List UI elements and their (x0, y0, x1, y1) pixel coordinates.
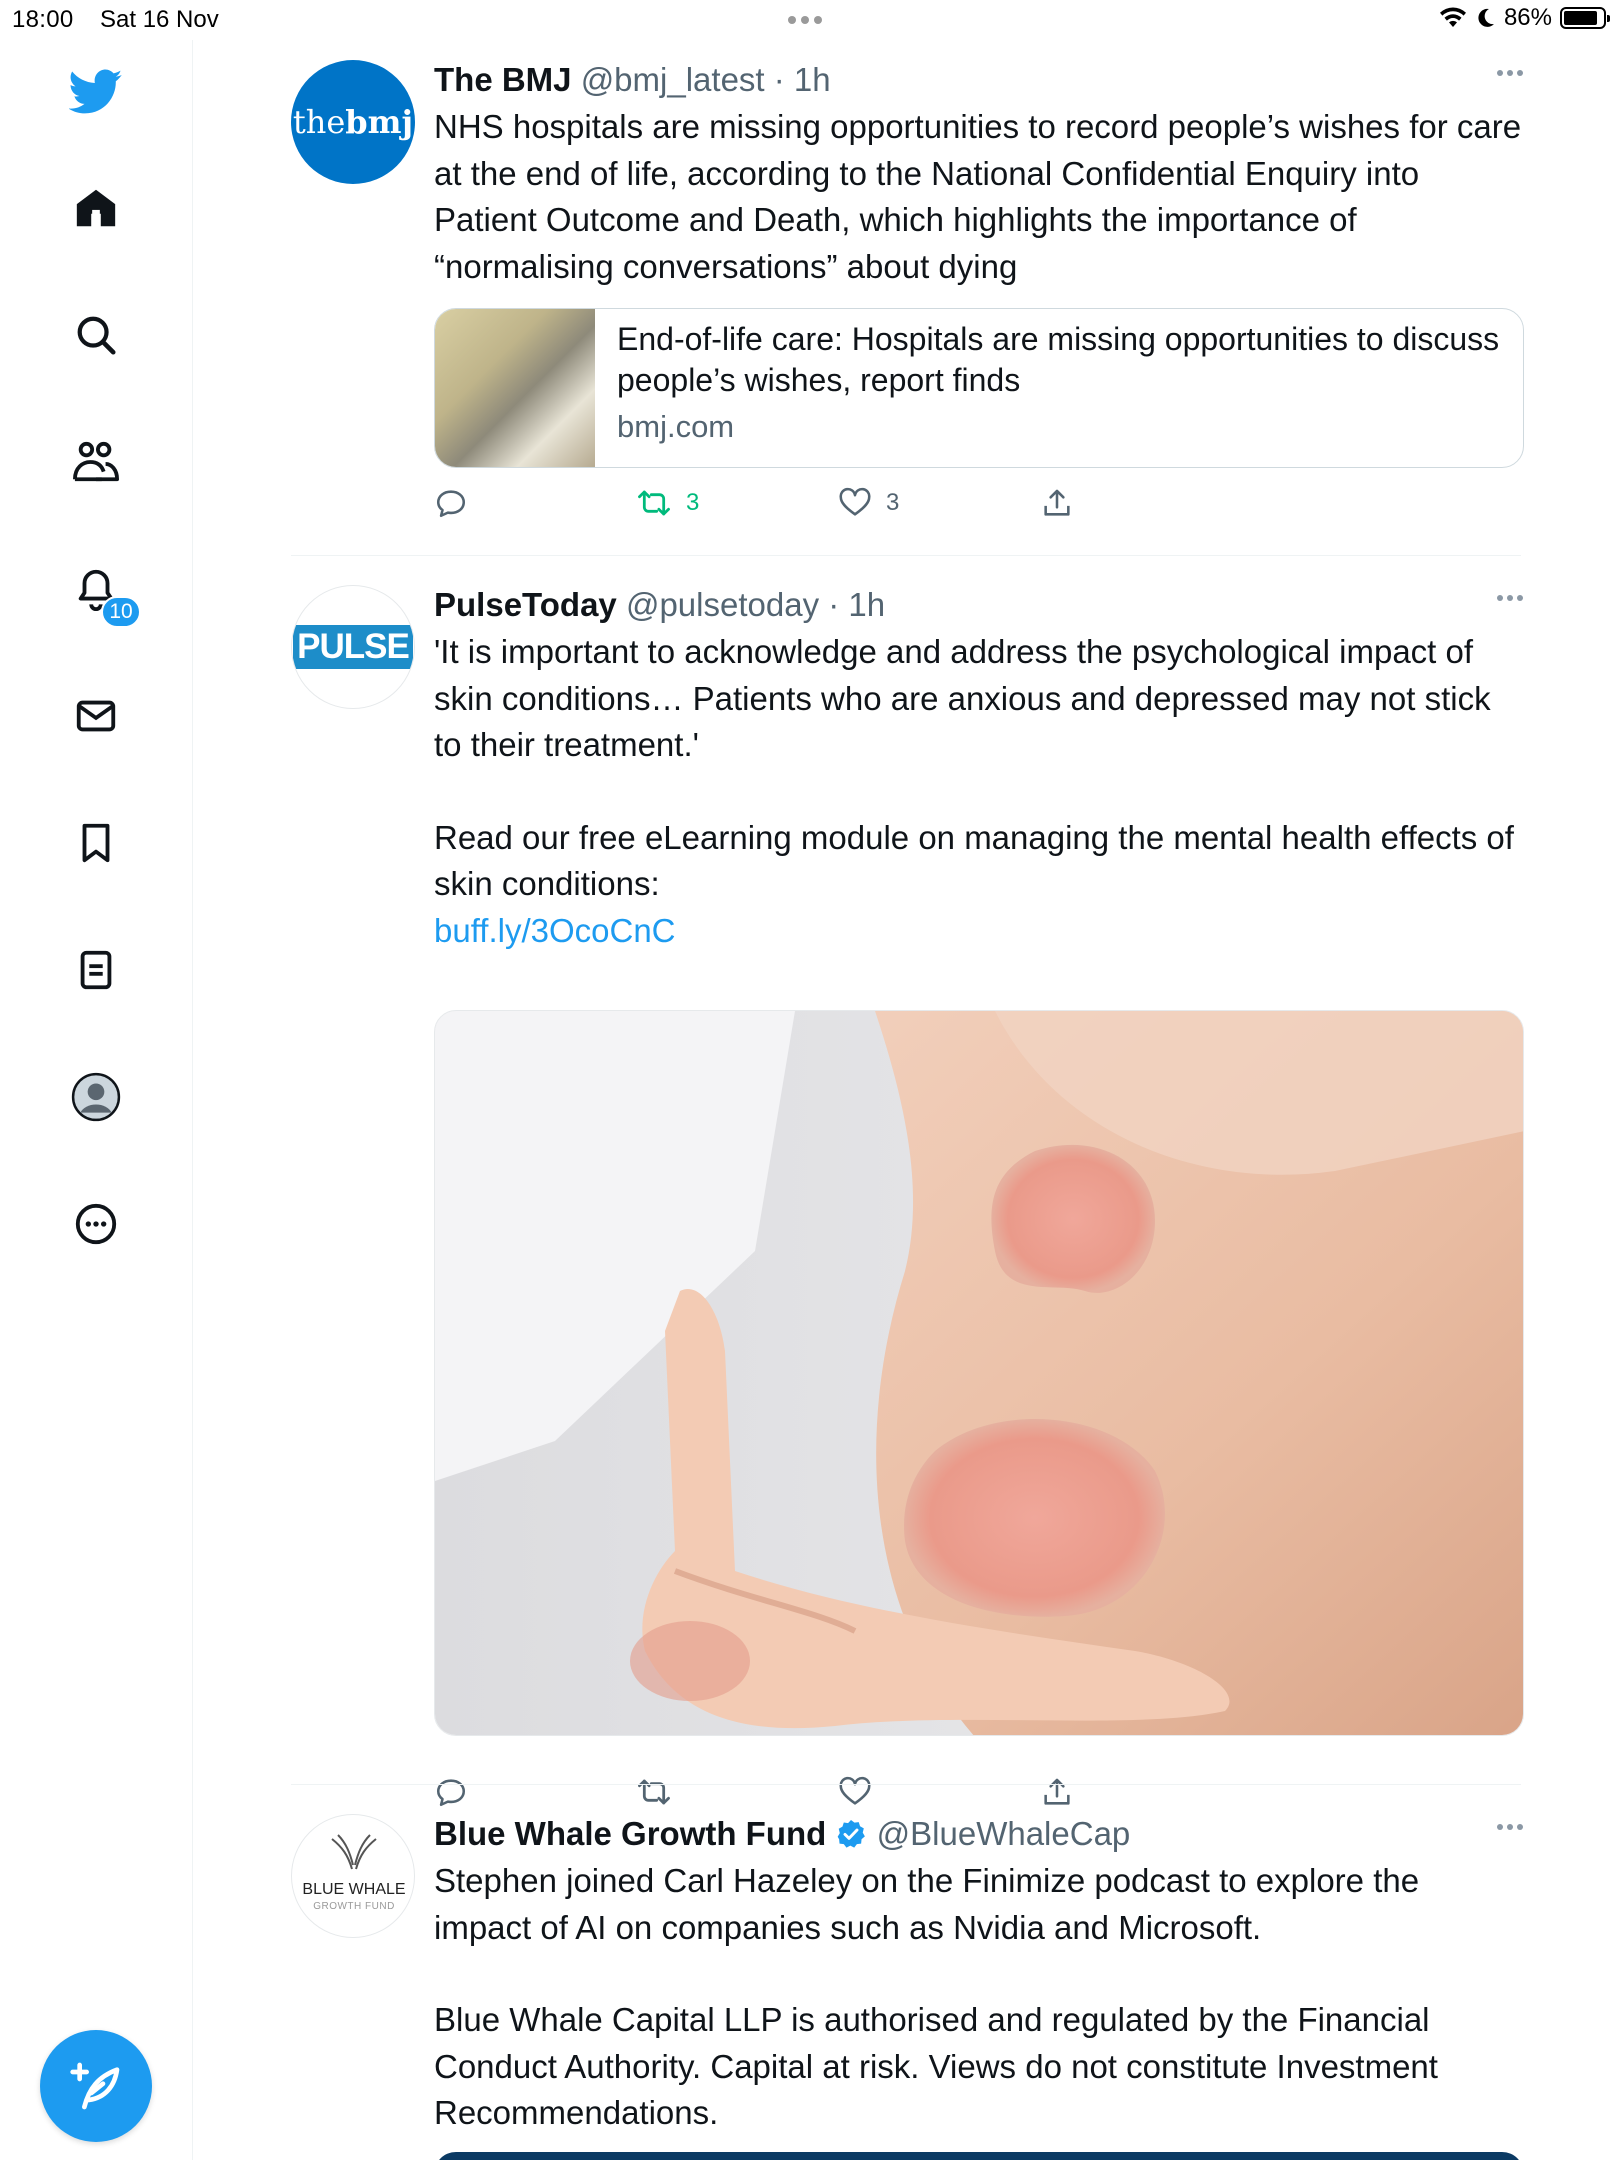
retweet-button[interactable]: 3 (636, 486, 699, 520)
tweet-divider (291, 1784, 1521, 1785)
author-name[interactable]: Blue Whale Growth Fund (434, 1815, 826, 1852)
tweet-text-paragraph: Read our free eLearning module on managi… (434, 818, 1514, 903)
author-avatar[interactable]: BLUE WHALE GROWTH FUND (291, 1814, 415, 1938)
author-name[interactable]: PulseToday (434, 586, 617, 623)
tweet-actions (434, 1775, 1524, 1815)
author-handle[interactable]: @bmj_latest (581, 61, 765, 98)
more-options-icon[interactable] (1490, 583, 1530, 613)
home-icon[interactable] (66, 178, 126, 238)
share-button[interactable] (1040, 486, 1074, 520)
messages-icon[interactable] (66, 686, 126, 746)
tweet-media-image[interactable] (434, 1010, 1524, 1736)
sidebar-nav: 10 (0, 40, 193, 2160)
tweet-divider (291, 555, 1521, 556)
reply-button[interactable] (434, 1775, 468, 1809)
search-icon[interactable] (66, 305, 126, 365)
skin-condition-photo (435, 1011, 1523, 1735)
avatar-text-bold: bmj (345, 103, 414, 141)
twitter-bird-icon[interactable] (66, 62, 126, 122)
link-card-thumbnail (435, 309, 595, 467)
bookmarks-icon[interactable] (66, 813, 126, 873)
avatar-logo-text: PULSE (293, 625, 413, 669)
share-icon (1044, 489, 1070, 516)
heart-icon (839, 1776, 871, 1805)
tweet-text-paragraph: Blue Whale Capital LLP is authorised and… (434, 2001, 1438, 2131)
tweet-link[interactable]: buff.ly/3OcoCnC (434, 912, 676, 949)
status-time: 18:00 (12, 6, 74, 33)
communities-icon[interactable] (66, 432, 126, 492)
tweet-header: PulseToday @pulsetoday · 1h (434, 583, 1524, 627)
more-circle-icon[interactable] (66, 1194, 126, 1254)
link-card-domain: bmj.com (617, 409, 735, 444)
status-date: Sat 16 Nov (100, 6, 219, 33)
link-card-title: End-of-life care: Hospitals are missing … (617, 321, 1500, 398)
tweet-text: NHS hospitals are missing opportunities … (434, 108, 1522, 285)
author-avatar[interactable]: PULSE (291, 585, 415, 709)
link-card[interactable]: End-of-life care: Hospitals are missing … (434, 308, 1524, 468)
multitasking-dots[interactable] (788, 16, 822, 24)
notifications-badge: 10 (101, 596, 141, 628)
author-name[interactable]: The BMJ (434, 61, 572, 98)
compose-tweet-button[interactable] (40, 2030, 152, 2142)
tweet-text: 'It is important to acknowledge and addr… (434, 629, 1524, 954)
status-indicators: 86% (1438, 4, 1610, 32)
reply-button[interactable] (434, 486, 468, 520)
battery-percent: 86% (1503, 4, 1552, 31)
wifi-icon (1439, 7, 1466, 27)
avatar-logo-line1: BLUE WHALE (302, 1881, 406, 1898)
retweet-icon (638, 1779, 670, 1805)
profile-avatar-icon[interactable] (66, 1067, 126, 1127)
tweet-media-preview[interactable] (434, 2152, 1524, 2160)
tweet-header: Blue Whale Growth Fund @BlueWhaleCap (434, 1812, 1524, 1856)
verified-badge-icon (838, 1820, 866, 1848)
tweet-time[interactable]: · 1h (774, 61, 831, 98)
like-button[interactable] (838, 1775, 872, 1809)
like-count: 3 (886, 489, 900, 516)
avatar-text-light: the (292, 103, 346, 141)
tweet-text: Stephen joined Carl Hazeley on the Finim… (434, 1858, 1524, 2137)
more-options-icon[interactable] (1490, 1812, 1530, 1842)
retweet-count: 3 (686, 489, 700, 516)
share-icon (1044, 1778, 1070, 1805)
reply-icon (436, 490, 466, 518)
heart-icon (839, 487, 871, 516)
moon-icon (1478, 8, 1494, 27)
lists-icon[interactable] (66, 940, 126, 1000)
whale-tail-logo-icon (331, 1834, 377, 1870)
like-button[interactable]: 3 (838, 486, 899, 520)
retweet-button[interactable] (636, 1775, 672, 1809)
compose-tweet-icon (70, 2062, 120, 2110)
tweet-header: The BMJ @bmj_latest · 1h (434, 58, 1524, 102)
tweet-text-paragraph: Stephen joined Carl Hazeley on the Finim… (434, 1862, 1420, 1946)
author-avatar[interactable]: the bmj (291, 60, 415, 184)
more-options-icon[interactable] (1490, 58, 1530, 88)
retweet-icon (638, 490, 670, 516)
avatar-logo-line2: GROWTH FUND (313, 1901, 395, 1912)
tweet-time[interactable]: · 1h (828, 586, 885, 623)
tweet-actions: 3 3 (434, 486, 1524, 526)
reply-icon (436, 1779, 466, 1807)
author-handle[interactable]: @BlueWhaleCap (877, 1815, 1131, 1852)
tweet-text-paragraph: 'It is important to acknowledge and addr… (434, 633, 1491, 763)
share-button[interactable] (1040, 1775, 1074, 1809)
battery-icon (1560, 7, 1610, 29)
status-bar: 18:00 Sat 16 Nov 86% (0, 0, 1620, 40)
author-handle[interactable]: @pulsetoday (626, 586, 819, 623)
